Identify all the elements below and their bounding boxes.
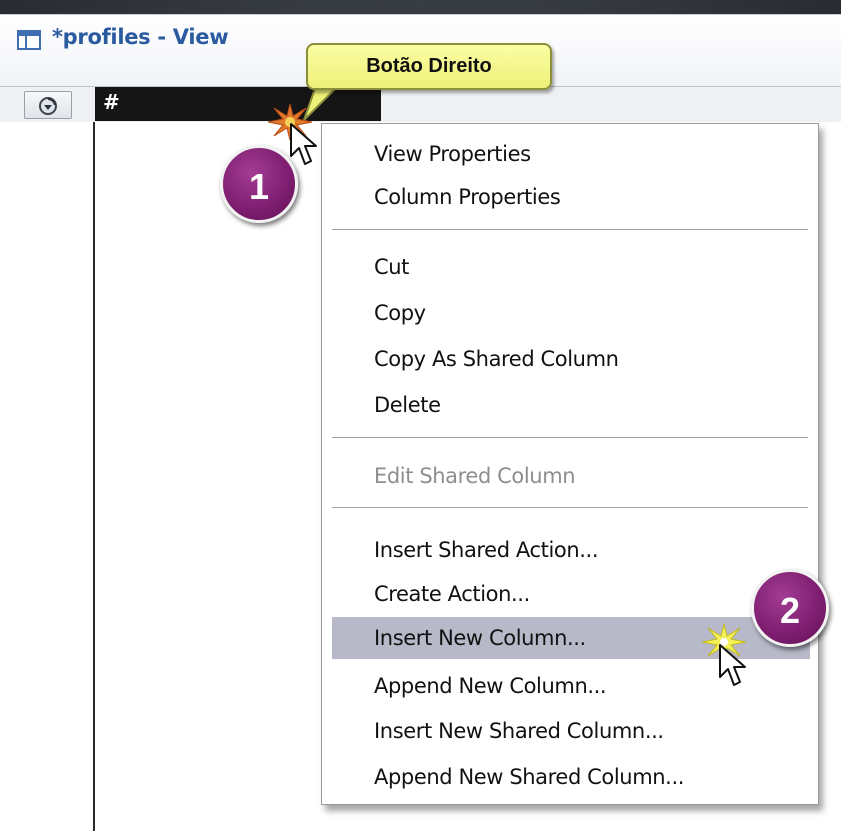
- menu-item-insert-new-shared-column[interactable]: Insert New Shared Column...: [332, 714, 810, 748]
- refresh-button[interactable]: [24, 91, 72, 119]
- column-header-area: [385, 88, 841, 120]
- menu-item-append-new-shared-column[interactable]: Append New Shared Column...: [332, 760, 810, 794]
- menu-item-view-properties[interactable]: View Properties: [332, 137, 810, 171]
- menu-separator: [332, 437, 808, 439]
- menu-item-column-properties[interactable]: Column Properties: [332, 180, 810, 214]
- column-divider: [93, 122, 95, 831]
- menu-item-copy[interactable]: Copy: [332, 296, 810, 330]
- tutorial-screenshot: *profiles - View # Botão Direito 1 View …: [0, 0, 841, 831]
- menu-item-insert-shared-action[interactable]: Insert Shared Action...: [332, 533, 810, 567]
- menu-item-cut[interactable]: Cut: [332, 250, 810, 284]
- menu-item-copy-as-shared-column[interactable]: Copy As Shared Column: [332, 342, 810, 376]
- step-badge-1: 1: [220, 145, 298, 223]
- context-menu: View Properties Column Properties Cut Co…: [321, 123, 819, 805]
- window-title: *profiles - View: [52, 25, 229, 49]
- menu-item-delete[interactable]: Delete: [332, 388, 810, 422]
- refresh-icon: [39, 97, 57, 115]
- menu-separator: [332, 229, 808, 231]
- arrow-cursor-icon: [290, 123, 317, 165]
- right-click-callout: Botão Direito: [306, 43, 552, 90]
- menu-separator: [332, 507, 808, 509]
- menu-item-create-action[interactable]: Create Action...: [332, 577, 810, 611]
- menu-item-edit-shared-column: Edit Shared Column: [374, 464, 576, 488]
- view-window-icon: [17, 30, 41, 50]
- arrow-cursor-icon: [719, 644, 746, 686]
- step-badge-2: 2: [751, 569, 829, 647]
